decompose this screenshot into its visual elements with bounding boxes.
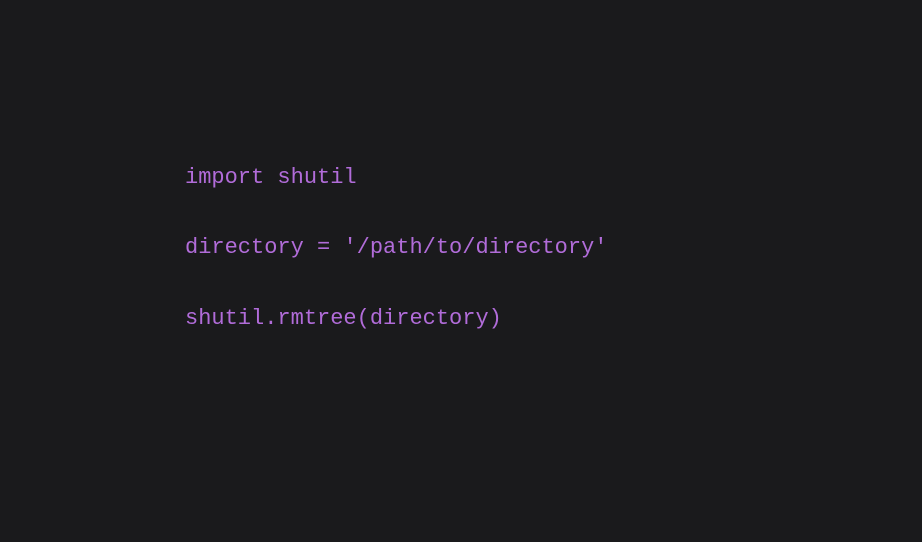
code-line-3: directory = '/path/to/directory': [185, 230, 922, 265]
paren-close: ): [489, 306, 502, 331]
module-shutil-call: shutil: [185, 306, 264, 331]
code-block: import shutil directory = '/path/to/dire…: [0, 0, 922, 336]
code-line-blank-1: [185, 195, 922, 230]
dot: .: [264, 306, 277, 331]
code-line-blank-2: [185, 266, 922, 301]
func-rmtree: rmtree: [277, 306, 356, 331]
keyword-import: import: [185, 165, 264, 190]
module-shutil: shutil: [277, 165, 356, 190]
string-path: '/path/to/directory': [343, 235, 607, 260]
paren-open: (: [357, 306, 370, 331]
code-line-5: shutil.rmtree(directory): [185, 301, 922, 336]
arg-directory: directory: [370, 306, 489, 331]
assign-operator: =: [317, 235, 330, 260]
var-directory: directory: [185, 235, 304, 260]
code-line-1: import shutil: [185, 160, 922, 195]
